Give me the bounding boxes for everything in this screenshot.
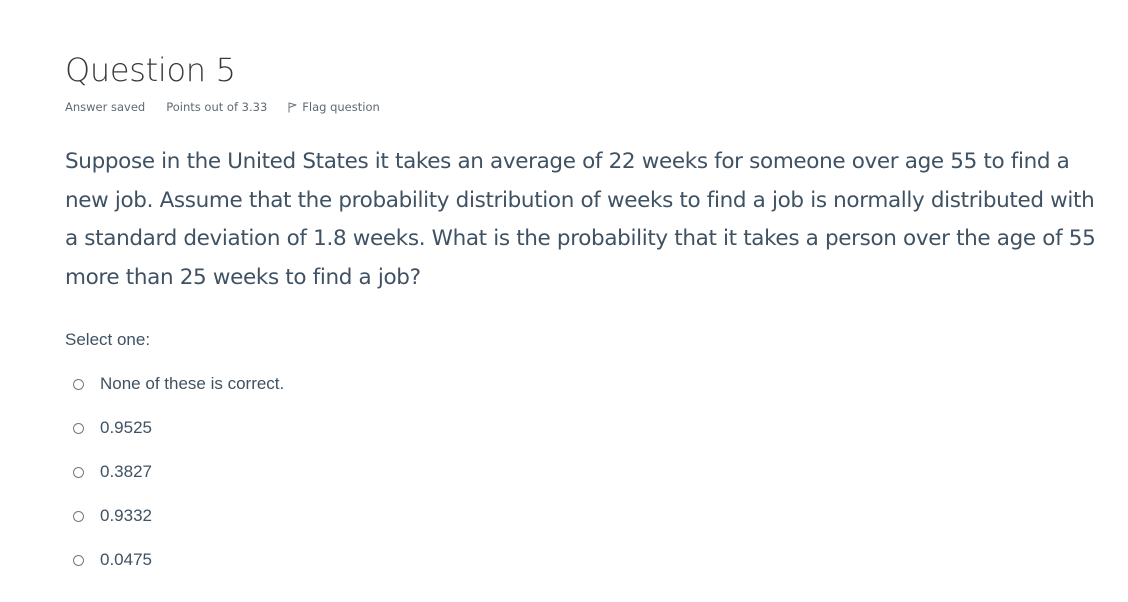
- answer-option-label[interactable]: 0.9525: [100, 418, 152, 438]
- answer-option-5[interactable]: 0.0475: [71, 538, 284, 582]
- flag-question-label: Flag question: [302, 100, 380, 114]
- answer-option-label[interactable]: 0.0475: [100, 550, 152, 570]
- question-text: Suppose in the United States it takes an…: [65, 149, 1096, 290]
- question-container: Question 5 Answer saved Points out of 3.…: [65, 48, 1115, 569]
- flag-question-link[interactable]: Flag question: [288, 100, 380, 114]
- answer-options: None of these is correct. 0.9525 0.3827 …: [71, 362, 284, 582]
- answer-option-label[interactable]: 0.9332: [100, 506, 152, 526]
- answer-option-2[interactable]: 0.9525: [71, 406, 284, 450]
- question-grade: Points out of 3.33: [166, 100, 268, 114]
- question-state: Answer saved: [65, 100, 146, 114]
- answer-option-4[interactable]: 0.9332: [71, 494, 284, 538]
- radio-button[interactable]: [73, 466, 84, 478]
- radio-button[interactable]: [73, 510, 84, 522]
- answer-option-1[interactable]: None of these is correct.: [71, 362, 284, 406]
- question-info: Answer saved Points out of 3.33 Flag que…: [65, 98, 1115, 116]
- answer-option-label[interactable]: None of these is correct.: [100, 374, 284, 394]
- answer-prompt: Select one:: [65, 330, 151, 349]
- radio-button[interactable]: [73, 378, 84, 390]
- question-title: Question 5: [65, 51, 236, 89]
- answer-option-label[interactable]: 0.3827: [100, 462, 152, 482]
- answer-option-3[interactable]: 0.3827: [71, 450, 284, 494]
- radio-button[interactable]: [73, 422, 84, 434]
- radio-button[interactable]: [73, 554, 84, 566]
- flag-icon: [288, 102, 297, 112]
